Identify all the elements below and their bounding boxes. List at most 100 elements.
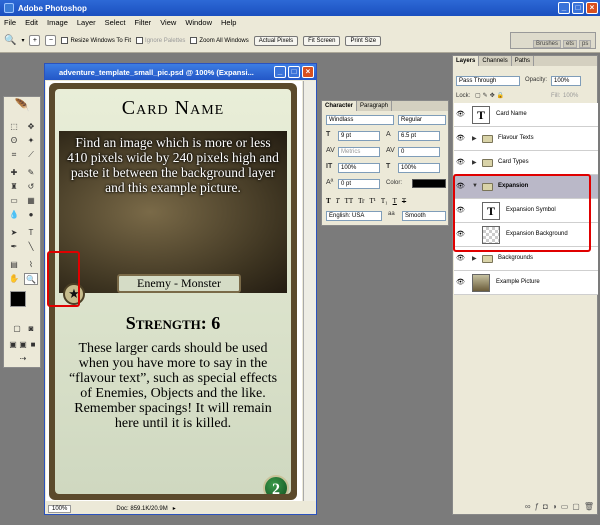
all-caps-button[interactable]: TT [345,197,354,205]
menu-filter[interactable]: Filter [135,18,152,27]
doc-close-button[interactable]: × [302,66,314,78]
pen-tool-icon[interactable]: ✒ [7,241,21,253]
font-family-select[interactable]: Windlass [326,115,394,125]
ignore-palettes-checkbox[interactable]: Ignore Palettes [136,37,185,44]
small-caps-button[interactable]: Tr [358,197,364,205]
chevron-right-icon[interactable]: ▸ [173,505,176,512]
resize-windows-checkbox[interactable]: Resize Windows To Fit [61,37,131,44]
chevron-down-icon[interactable]: ▾ [21,37,24,44]
tab-character[interactable]: Character [322,101,358,111]
zoom-all-windows-checkbox[interactable]: Zoom All Windows [190,37,249,44]
underline-button[interactable]: T [393,197,397,205]
triangle-right-icon[interactable]: ▶ [472,135,477,142]
standard-mode-icon[interactable]: ▢ [10,323,24,335]
palette-well-brushes-tab[interactable]: Brushes [533,40,562,48]
horizontal-scale-field[interactable]: 100% [398,163,440,173]
lasso-tool-icon[interactable]: ʘ [7,135,21,147]
layer-mask-icon[interactable]: ◘ [543,502,548,511]
opacity-field[interactable]: 100% [551,76,581,86]
fit-screen-button[interactable]: Fit Screen [303,35,341,46]
subscript-button[interactable]: T₁ [381,197,388,205]
print-size-button[interactable]: Print Size [345,35,382,46]
screen-mode-full-icon[interactable]: ■ [26,339,40,351]
foreground-color-swatch[interactable] [10,291,26,307]
blur-tool-icon[interactable]: 💧 [7,209,21,221]
eye-icon[interactable]: 👁 [456,135,466,142]
quick-mask-mode-icon[interactable]: ◙ [24,323,38,335]
eye-icon[interactable]: 👁 [456,111,466,118]
new-layer-icon[interactable]: ▢ [572,502,580,511]
baseline-shift-field[interactable]: 0 pt [338,179,380,189]
menu-layer[interactable]: Layer [77,18,96,27]
zoom-tool-icon[interactable]: 🔍 [4,35,16,46]
faux-bold-button[interactable]: T [326,197,331,205]
kerning-field[interactable]: Metrics [338,147,380,157]
close-button[interactable]: × [586,2,598,14]
blend-mode-select[interactable]: Pass Through [456,76,520,86]
tab-channels[interactable]: Channels [479,56,512,66]
eyedropper-tool-icon[interactable]: ⌇ [24,259,38,271]
gradient-tool-icon[interactable]: ▦ [24,195,38,207]
menu-select[interactable]: Select [105,18,126,27]
menu-view[interactable]: View [160,18,176,27]
zoom-in-button[interactable]: + [29,35,41,46]
eye-icon[interactable]: 👁 [456,159,466,166]
dodge-tool-icon[interactable]: ● [24,209,38,221]
triangle-right-icon[interactable]: ▶ [472,159,477,166]
zoom-out-button[interactable]: − [45,35,57,46]
imageready-jump-icon[interactable]: ⇢ [10,353,36,365]
antialias-select[interactable]: Smooth [402,211,446,221]
palette-well-presets-tab[interactable]: ets [563,40,578,48]
brush-tool-icon[interactable]: ✎ [24,167,38,179]
document-titlebar[interactable]: adventure_template_small_pic.psd @ 100% … [45,64,316,80]
move-tool-icon[interactable]: ✥ [24,121,38,133]
menu-file[interactable]: File [4,18,16,27]
line-tool-icon[interactable]: ╲ [24,241,38,253]
feather-logo-icon[interactable]: 🪶 [6,99,38,117]
healing-brush-tool-icon[interactable]: ✚ [7,167,21,179]
type-tool-icon[interactable]: T [24,227,38,239]
doc-minimize-button[interactable]: _ [274,66,286,78]
maximize-button[interactable]: □ [572,2,584,14]
actual-pixels-button[interactable]: Actual Pixels [253,35,299,46]
slice-tool-icon[interactable]: ⟋ [24,149,38,161]
path-select-tool-icon[interactable]: ➤ [7,227,21,239]
tab-paths[interactable]: Paths [512,56,535,66]
tracking-field[interactable]: 0 [398,147,440,157]
trash-icon[interactable]: 🗑 [584,502,594,511]
language-select[interactable]: English: USA [326,211,382,221]
faux-italic-button[interactable]: T [336,197,340,205]
tab-paragraph[interactable]: Paragraph [357,101,393,111]
lock-options-icon[interactable]: ▢✎✥🔒 [475,92,506,99]
minimize-button[interactable]: _ [558,2,570,14]
layer-row-example-picture[interactable]: 👁 Example Picture [454,271,598,295]
zoom-tool-icon[interactable]: 🔍 [24,273,38,285]
leading-field[interactable]: 6.5 pt [398,131,440,141]
layer-row-card-name[interactable]: 👁 T Card Name [454,103,598,127]
document-canvas[interactable]: Card Name Find an image which is more or… [46,81,302,501]
layer-style-icon[interactable]: ƒ [535,502,539,511]
tab-layers[interactable]: Layers [453,56,480,66]
superscript-button[interactable]: T¹ [370,197,376,205]
triangle-right-icon[interactable]: ▶ [472,255,477,262]
clone-stamp-tool-icon[interactable]: ♜ [7,181,21,193]
palette-well-comps-tab[interactable]: ps [579,40,592,48]
menu-edit[interactable]: Edit [25,18,38,27]
history-brush-tool-icon[interactable]: ↺ [24,181,38,193]
new-group-icon[interactable]: ▭ [561,502,569,511]
font-style-select[interactable]: Regular [398,115,446,125]
strikethrough-button[interactable]: T [402,197,406,205]
adjustment-layer-icon[interactable]: ◑ [552,502,557,511]
document-vertical-scrollbar[interactable] [303,81,316,501]
menu-help[interactable]: Help [221,18,236,27]
font-size-field[interactable]: 9 pt [338,131,380,141]
hand-tool-icon[interactable]: ✋ [7,273,21,285]
marquee-tool-icon[interactable]: ⬚ [7,121,21,133]
layer-row-flavour-texts[interactable]: 👁 ▶ Flavour Texts [454,127,598,151]
vertical-scale-field[interactable]: 100% [338,163,380,173]
eraser-tool-icon[interactable]: ▭ [7,195,21,207]
text-color-swatch[interactable] [412,179,446,188]
menu-window[interactable]: Window [185,18,212,27]
eye-icon[interactable]: 👁 [456,255,466,262]
notes-tool-icon[interactable]: ▤ [7,259,21,271]
